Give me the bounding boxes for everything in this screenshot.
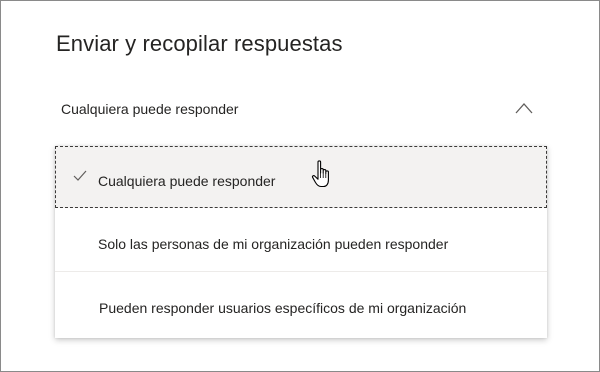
option-label: Cualquiera puede responder	[98, 173, 276, 189]
option-label: Solo las personas de mi organización pue…	[98, 236, 449, 252]
option-label: Pueden responder usuarios específicos de…	[99, 300, 467, 316]
option-organization-only[interactable]: Solo las personas de mi organización pue…	[55, 208, 547, 272]
chevron-up-icon[interactable]	[514, 101, 534, 115]
dropdown-selected-value: Cualquiera puede responder	[61, 101, 239, 117]
panel-title: Enviar y recopilar respuestas	[56, 31, 343, 56]
option-anyone[interactable]: Cualquiera puede responder	[55, 146, 547, 208]
option-specific-users[interactable]: Pueden responder usuarios específicos de…	[55, 272, 547, 338]
send-collect-responses-panel: Enviar y recopilar respuestas Cualquiera…	[0, 0, 600, 372]
checkmark-icon	[73, 170, 87, 181]
response-permission-dropdown[interactable]: Cualquiera puede responder	[56, 95, 546, 125]
hand-pointer-icon	[311, 160, 329, 188]
dropdown-menu: Cualquiera puede responder Solo las pers…	[55, 146, 547, 338]
